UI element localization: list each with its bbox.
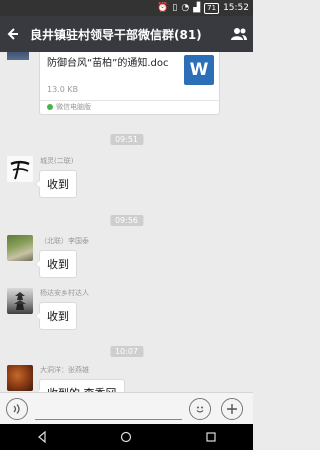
sender-name: 城灵(二联): [40, 157, 74, 165]
sender-name: （北联）李国泰: [40, 237, 89, 245]
input-bar: [0, 392, 253, 424]
file-source: 微信电脑版: [40, 100, 219, 114]
status-time: 15:52: [223, 3, 249, 13]
wifi-icon: ◔: [181, 3, 190, 13]
message-bubble[interactable]: 收到: [35, 302, 77, 330]
chat-area[interactable]: 防御台风“苗柏”的通知.doc 13.0 KB W 微信电脑版 09:51 城灵…: [0, 52, 253, 392]
sender-name: 大洞洋：张燕雄: [40, 366, 89, 374]
timestamp: 10:07: [109, 346, 144, 357]
message-bubble[interactable]: 收到: [35, 250, 77, 278]
pagoda-avatar[interactable]: [7, 288, 33, 314]
sender-name: 杨达安乡村达人: [40, 289, 89, 297]
file-name: 防御台风“苗柏”的通知.doc: [47, 58, 169, 69]
status-bar: ⏰ ▯ ◔ ▟ 71 15:52: [0, 0, 253, 16]
message-bubble[interactable]: 收到的,李秀冈: [35, 379, 125, 392]
timestamp: 09:51: [109, 134, 144, 145]
flower-avatar[interactable]: [7, 365, 33, 391]
word-doc-icon: W: [184, 55, 214, 85]
emoji-icon[interactable]: [189, 398, 211, 420]
back-arrow-icon[interactable]: [0, 16, 24, 52]
nav-bar: [0, 424, 253, 450]
timestamp: 09:56: [109, 215, 144, 226]
battery-icon: 71: [204, 2, 220, 14]
message-input[interactable]: [35, 419, 182, 420]
nav-back-icon[interactable]: [27, 424, 57, 450]
nav-home-icon[interactable]: [111, 424, 141, 450]
voice-icon[interactable]: [6, 398, 28, 420]
plus-icon[interactable]: [221, 398, 243, 420]
chat-title: 良井镇驻村领导干部微信群(81): [30, 27, 202, 42]
nav-recents-icon[interactable]: [196, 424, 226, 450]
calligraphy-avatar[interactable]: [7, 156, 33, 182]
signal-icon: ▟: [193, 3, 201, 13]
avatar[interactable]: [7, 52, 29, 60]
landscape-avatar[interactable]: [7, 235, 33, 261]
vibrate-icon: ▯: [172, 3, 178, 13]
message-bubble[interactable]: 收到: [35, 170, 77, 198]
file-source-label: 微信电脑版: [56, 103, 91, 111]
file-size: 13.0 KB: [47, 85, 79, 94]
file-message[interactable]: 防御台风“苗柏”的通知.doc 13.0 KB W 微信电脑版: [39, 52, 220, 115]
group-members-icon[interactable]: [225, 16, 253, 52]
alarm-icon: ⏰: [157, 3, 169, 13]
chat-header: 良井镇驻村领导干部微信群(81): [0, 16, 253, 52]
wechat-pc-icon: [47, 104, 53, 110]
